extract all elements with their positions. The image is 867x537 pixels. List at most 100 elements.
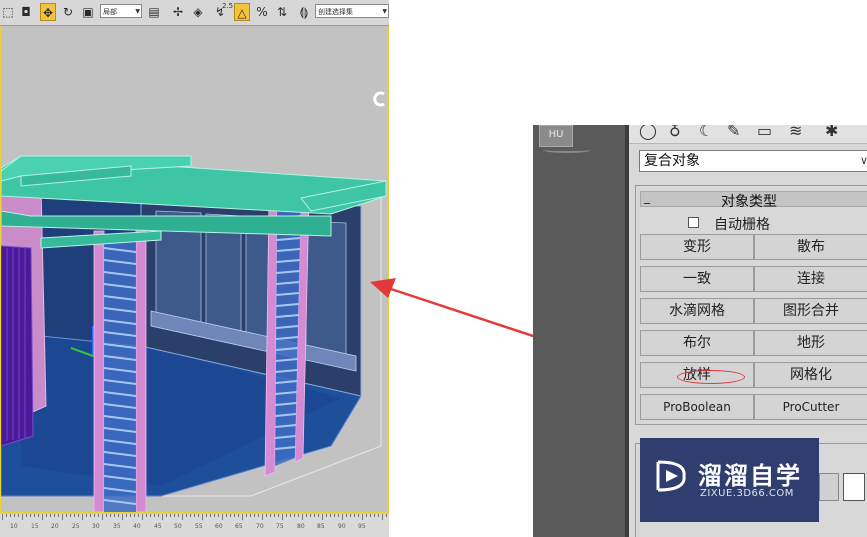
ruler-tick	[10, 514, 11, 517]
strip-button[interactable]: HU	[539, 125, 573, 147]
boolean-button[interactable]: 布尔	[640, 330, 754, 356]
ruler-tick	[106, 514, 107, 517]
main-toolbar: ⬚ ◘ ✥ ↻ ▣ 局部 ▼ ▤ ✢ ◈ ↯ 2.5 △ % ⇅ ⟬⟭ 创建选择…	[0, 0, 389, 26]
scatter-button[interactable]: 散布	[754, 234, 867, 260]
ruler-tick	[230, 514, 231, 517]
blobmesh-button[interactable]: 水滴网格	[640, 298, 754, 324]
ruler-tick-label: 75	[276, 523, 284, 530]
connect-button[interactable]: 连接	[754, 266, 867, 292]
ruler-tick	[14, 514, 15, 517]
color-swatch[interactable]	[843, 473, 865, 501]
geometry-icon[interactable]: ◯	[639, 125, 657, 140]
named-selection-icon[interactable]: ⟬⟭	[296, 3, 312, 21]
ruler-tick	[258, 514, 259, 517]
ladder-left	[93, 225, 147, 512]
ruler-tick	[250, 514, 251, 517]
ruler-tick	[94, 514, 95, 517]
ruler-tick	[282, 514, 283, 520]
manipulate-icon[interactable]: ✢	[170, 3, 186, 21]
ruler-tick	[362, 514, 363, 520]
name-field[interactable]	[819, 473, 839, 501]
ruler-tick	[58, 514, 59, 517]
object-type-rollout: _ 对象类型 自动栅格 变形 散布 一致 连接 水滴网格 图形合并 布尔 地形 …	[635, 185, 867, 425]
ruler-tick	[54, 514, 55, 517]
angle-snap-icon[interactable]: △	[234, 3, 250, 21]
percent-snap-icon[interactable]: %	[254, 3, 270, 21]
ruler-tick	[218, 514, 219, 517]
cameras-icon[interactable]: ✎	[727, 125, 740, 140]
ruler-tick	[174, 514, 175, 517]
ruler-tick	[210, 514, 211, 517]
autogrid-checkbox[interactable]	[688, 217, 699, 228]
ruler-tick	[274, 514, 275, 517]
ruler-tick-label: 95	[358, 523, 366, 530]
spinner-snap-icon[interactable]: ⇅	[274, 3, 290, 21]
ruler-tick	[154, 514, 155, 517]
category-dropdown[interactable]: 复合对象 ∨	[639, 150, 867, 172]
select-region-icon[interactable]: ⬚	[0, 3, 16, 21]
ruler-tick	[42, 514, 43, 520]
ruler-tick	[366, 514, 367, 517]
ruler-tick	[18, 514, 19, 517]
ruler-tick	[86, 514, 87, 517]
ruler-tick	[138, 514, 139, 517]
ruler-tick	[178, 514, 179, 517]
shapes-icon[interactable]: ♁	[669, 125, 681, 140]
ruler-tick	[238, 514, 239, 517]
ruler-tick-label: 35	[113, 523, 121, 530]
ruler-tick	[278, 514, 279, 517]
ruler-tick	[254, 514, 255, 517]
spacewarps-icon[interactable]: ≋	[789, 125, 802, 140]
ruler-tick	[146, 514, 147, 517]
rotate-icon[interactable]: ↻	[60, 3, 76, 21]
scale-icon[interactable]: ▣	[80, 3, 96, 21]
select-center-icon[interactable]: ◘	[18, 3, 34, 21]
coord-system-value: 局部	[103, 8, 117, 16]
viewcube-icon[interactable]	[373, 91, 385, 107]
shapemerge-button[interactable]: 图形合并	[754, 298, 867, 324]
ruler-tick	[62, 514, 63, 520]
mesher-button[interactable]: 网格化	[754, 362, 867, 388]
ruler-tick	[310, 514, 311, 517]
ruler-tick	[214, 514, 215, 517]
ruler-tick	[134, 514, 135, 517]
procutter-button[interactable]: ProCutter	[754, 394, 867, 420]
lights-icon[interactable]: ☾	[699, 125, 713, 140]
loft-button[interactable]: 放样	[640, 362, 754, 388]
perspective-viewport[interactable]	[0, 26, 389, 512]
category-value: 复合对象	[644, 153, 700, 169]
viewport-panel: ⬚ ◘ ✥ ↻ ▣ 局部 ▼ ▤ ✢ ◈ ↯ 2.5 △ % ⇅ ⟬⟭ 创建选择…	[0, 0, 389, 537]
selection-set-dropdown[interactable]: 创建选择集 ▼	[315, 4, 389, 18]
helpers-icon[interactable]: ▭	[757, 125, 772, 140]
ruler-tick-label: 90	[338, 523, 346, 530]
create-category-icons: ◯ ♁ ☾ ✎ ▭ ≋ ✱	[629, 125, 867, 144]
watermark-title: 溜溜自学	[698, 462, 802, 490]
ruler-tick	[298, 514, 299, 517]
conform-button[interactable]: 一致	[640, 266, 754, 292]
chevron-down-icon: ▼	[382, 8, 387, 15]
ruler-tick-label: 55	[195, 523, 203, 530]
ruler-tick	[358, 514, 359, 517]
move-icon[interactable]: ✥	[40, 3, 56, 21]
ruler-tick	[194, 514, 195, 517]
collapse-icon[interactable]: _	[644, 190, 650, 204]
terrain-button[interactable]: 地形	[754, 330, 867, 356]
morph-button[interactable]: 变形	[640, 234, 754, 260]
ruler-tick-label: 60	[215, 523, 223, 530]
ruler-tick	[382, 514, 383, 520]
time-ruler[interactable]: 10 15 20 25 30 35 40 45 50 55 60 65 70 75 80 85 90 95	[0, 512, 389, 537]
coord-system-dropdown[interactable]: 局部 ▼	[100, 4, 142, 18]
ruler-tick	[322, 514, 323, 520]
pivot-icon[interactable]: ▤	[146, 3, 162, 21]
ruler-tick	[162, 514, 163, 520]
ruler-tick	[182, 514, 183, 520]
ruler-tick	[142, 514, 143, 520]
ruler-tick	[270, 514, 271, 517]
ruler-tick	[346, 514, 347, 517]
keyboard-icon[interactable]: ◈	[190, 3, 206, 21]
proboolean-button[interactable]: ProBoolean	[640, 394, 754, 420]
rollout-header[interactable]: _ 对象类型	[640, 190, 867, 210]
systems-icon[interactable]: ✱	[825, 125, 838, 140]
ruler-tick	[102, 514, 103, 520]
ruler-tick	[30, 514, 31, 517]
